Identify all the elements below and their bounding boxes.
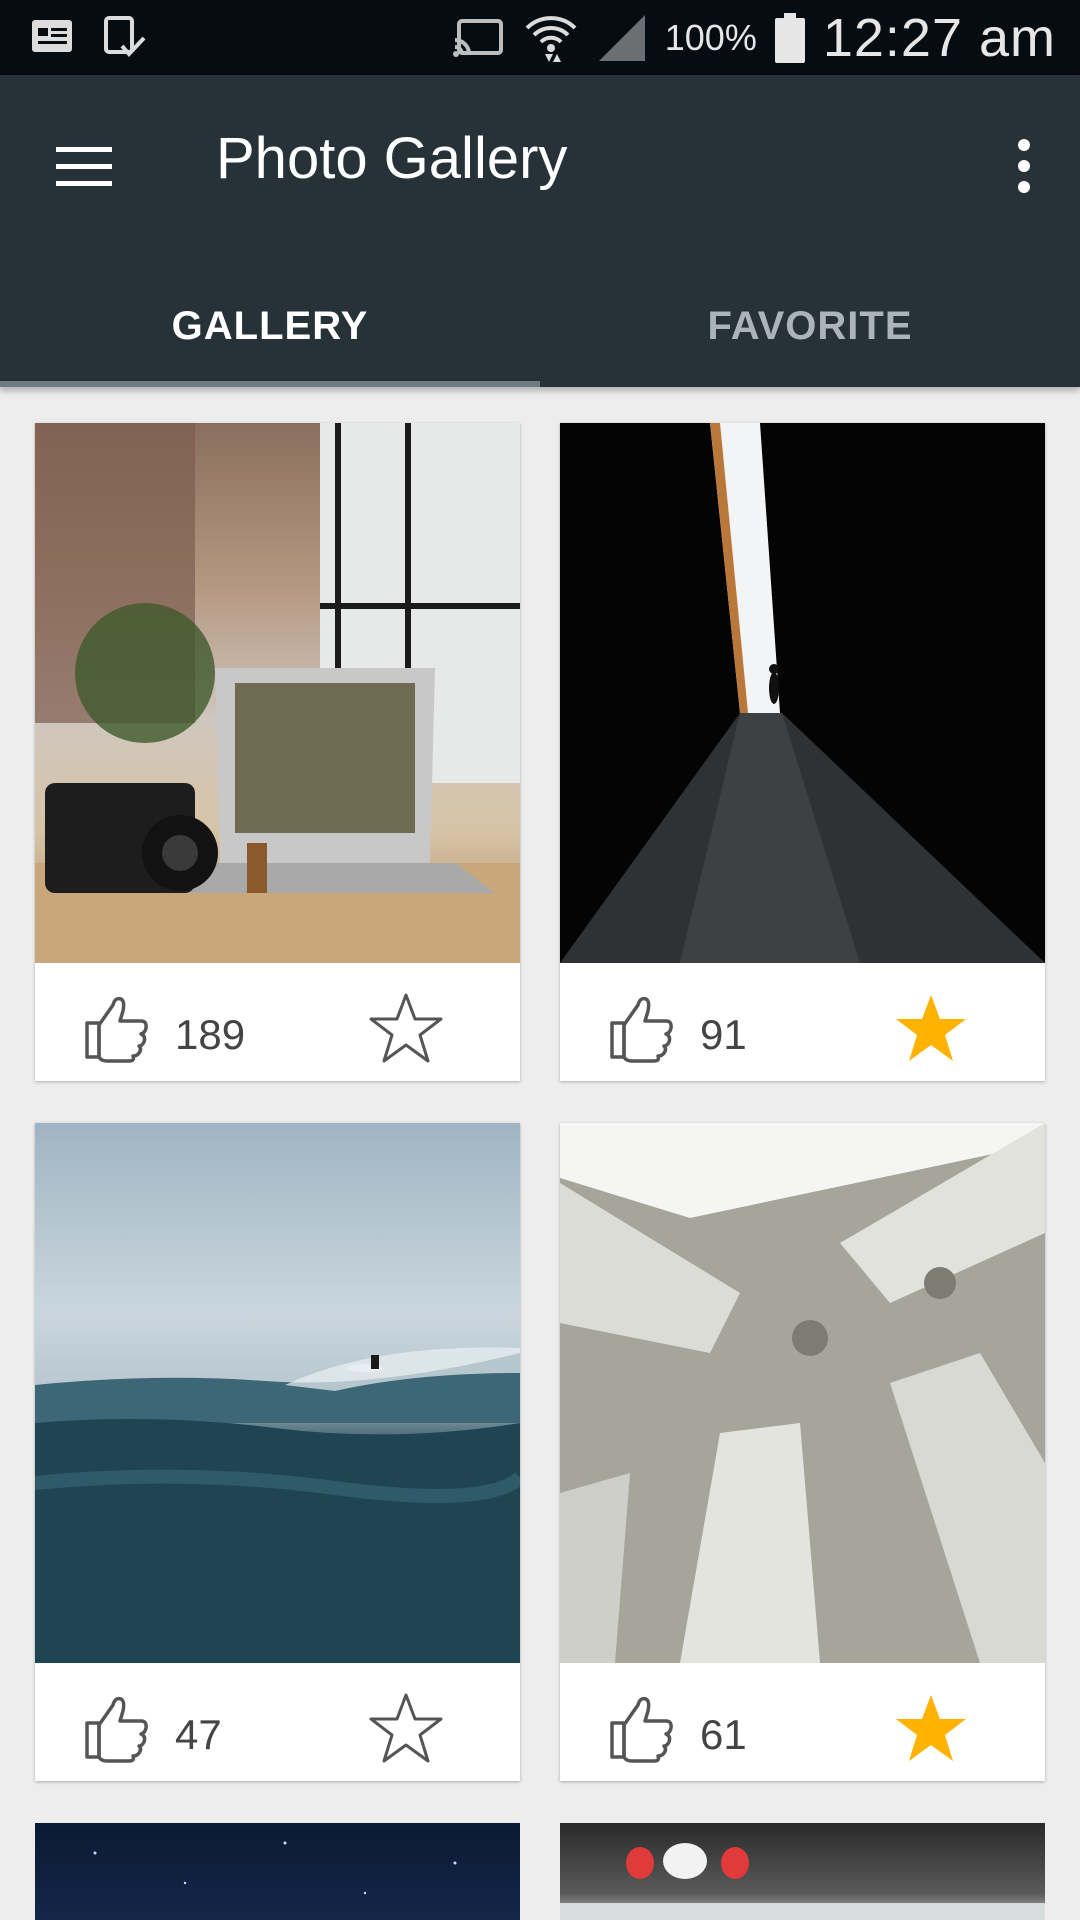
photo-bokeh-lights (560, 1843, 1045, 1920)
photo-card: 47 (35, 1123, 520, 1781)
menu-button[interactable] (48, 131, 120, 203)
photo-card-partial[interactable] (35, 1823, 520, 1920)
more-vert-icon (1018, 139, 1030, 193)
photo-card-partial[interactable] (560, 1823, 1045, 1920)
page-title: Photo Gallery (216, 126, 568, 191)
star-outline-icon[interactable] (369, 1691, 443, 1765)
photo-image[interactable] (35, 1123, 520, 1663)
overflow-menu-button[interactable] (992, 127, 1056, 207)
hamburger-menu-icon (56, 147, 112, 186)
news-notification-icon (32, 20, 72, 52)
card-footer: 61 (560, 1663, 1045, 1781)
signal-icon (598, 14, 645, 61)
photo-image[interactable] (560, 1123, 1045, 1663)
wifi-icon (525, 15, 577, 62)
card-footer: 47 (35, 1663, 520, 1781)
card-footer: 91 (560, 963, 1045, 1081)
photo-image[interactable] (560, 423, 1045, 963)
photo-image[interactable] (35, 423, 520, 963)
thumbs-up-icon[interactable] (606, 1691, 678, 1763)
photo-card: 189 (35, 423, 520, 1081)
thumbs-up-icon[interactable] (606, 991, 678, 1063)
battery-icon (774, 12, 805, 63)
app-bar: Photo Gallery GALLERY FAVORITE (0, 75, 1080, 387)
star-filled-icon[interactable] (894, 1691, 968, 1765)
thumbs-up-icon[interactable] (81, 1691, 153, 1763)
photo-columns (560, 1123, 1045, 1663)
photo-night-sky (93, 1841, 457, 1895)
photo-desk-laptop-camera (35, 423, 520, 963)
tab-indicator (0, 381, 540, 387)
device-check-icon (104, 16, 146, 57)
star-filled-icon[interactable] (894, 991, 968, 1065)
cast-icon (452, 18, 503, 57)
tab-bar: GALLERY FAVORITE (0, 265, 1080, 387)
photo-ocean-surfer (35, 1347, 520, 1663)
photo-card: 91 (560, 423, 1045, 1081)
like-count: 61 (700, 1711, 747, 1758)
battery-percent: 100% (664, 16, 757, 58)
photo-card: 61 (560, 1123, 1045, 1781)
like-count: 47 (175, 1711, 222, 1758)
like-count: 189 (175, 1011, 246, 1058)
card-footer: 189 (35, 963, 520, 1081)
tab-favorite[interactable]: FAVORITE (540, 265, 1080, 387)
status-bar: 100% 12:27 am (0, 0, 1080, 75)
clock: 12:27 am (822, 7, 1056, 68)
thumbs-up-icon[interactable] (81, 991, 153, 1063)
photo-corridor-silhouette (560, 423, 1045, 963)
star-outline-icon[interactable] (369, 991, 443, 1065)
like-count: 91 (700, 1011, 747, 1058)
tab-gallery[interactable]: GALLERY (0, 265, 540, 387)
